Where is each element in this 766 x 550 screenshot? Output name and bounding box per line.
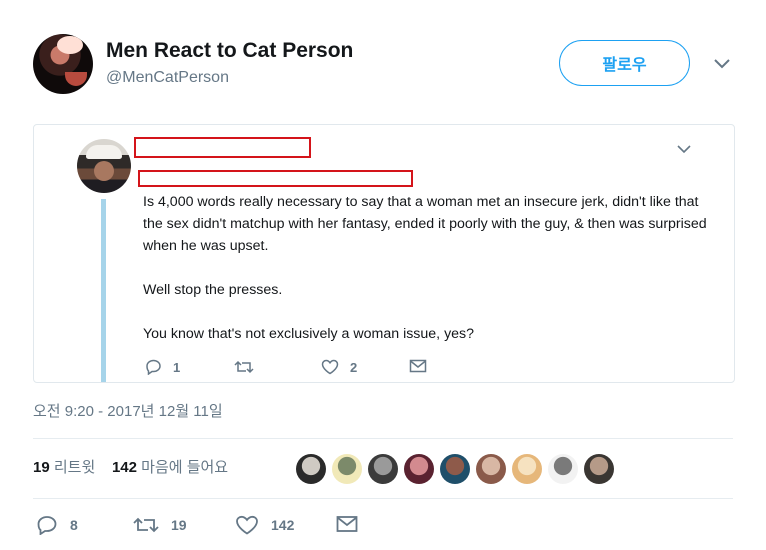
avatar[interactable] bbox=[33, 34, 93, 94]
tweet-action-bar: 8 19 142 bbox=[36, 515, 366, 541]
reply-count: 8 bbox=[70, 517, 78, 533]
quoted-avatar[interactable] bbox=[77, 139, 131, 193]
avatar-face-shape bbox=[94, 161, 114, 181]
divider bbox=[33, 498, 733, 499]
heart-icon bbox=[236, 515, 258, 535]
liker-avatar[interactable] bbox=[296, 454, 326, 484]
liker-avatar[interactable] bbox=[404, 454, 434, 484]
liker-avatar[interactable] bbox=[512, 454, 542, 484]
redaction-box-handle bbox=[138, 170, 413, 187]
quoted-retweet-button[interactable] bbox=[234, 359, 254, 375]
liker-avatar[interactable] bbox=[548, 454, 578, 484]
quoted-paragraph: Well stop the presses. bbox=[143, 282, 283, 298]
retweet-label: 리트윗 bbox=[53, 459, 96, 476]
like-stat[interactable]: 142 마음에 들어요 bbox=[112, 459, 228, 476]
liker-avatar[interactable] bbox=[332, 454, 362, 484]
thread-line bbox=[101, 199, 106, 382]
liker-avatar[interactable] bbox=[584, 454, 614, 484]
like-label: 마음에 들어요 bbox=[141, 459, 229, 476]
retweet-icon bbox=[234, 360, 254, 374]
avatar-bubble-shape bbox=[57, 36, 83, 54]
reply-icon bbox=[146, 359, 161, 375]
envelope-icon bbox=[336, 516, 358, 532]
envelope-icon bbox=[409, 359, 427, 373]
quoted-tweet[interactable]: Is 4,000 words really necessary to say t… bbox=[33, 124, 735, 383]
quoted-action-bar: 1 2 bbox=[145, 359, 445, 379]
quoted-tweet-text: Is 4,000 words really necessary to say t… bbox=[143, 191, 718, 367]
quoted-paragraph: Is 4,000 words really necessary to say t… bbox=[143, 194, 707, 254]
retweet-stat[interactable]: 19 리트윗 bbox=[33, 459, 95, 476]
heart-icon bbox=[321, 359, 339, 375]
chevron-down-icon[interactable] bbox=[713, 56, 731, 70]
liker-avatar[interactable] bbox=[476, 454, 506, 484]
account-handle[interactable]: @MenCatPerson bbox=[106, 69, 229, 87]
follow-button[interactable]: 팔로우 bbox=[559, 40, 690, 86]
quoted-message-button[interactable] bbox=[409, 359, 427, 373]
chevron-down-icon[interactable] bbox=[676, 143, 692, 155]
reply-icon bbox=[37, 516, 57, 535]
avatar-mouth-shape bbox=[65, 72, 87, 86]
like-action-count: 142 bbox=[271, 517, 295, 533]
liker-avatar[interactable] bbox=[368, 454, 398, 484]
like-button[interactable]: 142 bbox=[235, 515, 294, 535]
retweet-action-count: 19 bbox=[171, 517, 187, 533]
message-button[interactable] bbox=[336, 515, 358, 533]
tweet-header: Men React to Cat Person @MenCatPerson 팔로… bbox=[33, 34, 743, 98]
quoted-like-count: 2 bbox=[350, 359, 358, 375]
quoted-reply-button[interactable]: 1 bbox=[145, 359, 180, 375]
tweet-timestamp[interactable]: 오전 9:20 - 2017년 12월 11일 bbox=[33, 400, 223, 421]
retweet-count: 19 bbox=[33, 459, 50, 476]
divider bbox=[33, 438, 733, 439]
quoted-paragraph: You know that's not exclusively a woman … bbox=[143, 326, 475, 342]
account-name[interactable]: Men React to Cat Person bbox=[106, 39, 353, 63]
retweet-icon bbox=[133, 517, 159, 533]
avatar-cap-shape bbox=[86, 145, 122, 159]
quoted-like-button[interactable]: 2 bbox=[321, 359, 357, 375]
reply-button[interactable]: 8 bbox=[36, 515, 78, 535]
tweet-stats: 19 리트윗 142 마음에 들어요 bbox=[33, 456, 228, 482]
retweet-button[interactable]: 19 bbox=[133, 515, 187, 535]
liker-avatar[interactable] bbox=[440, 454, 470, 484]
like-count: 142 bbox=[111, 459, 137, 476]
quoted-reply-count: 1 bbox=[173, 359, 181, 375]
redaction-box-name bbox=[134, 137, 311, 158]
